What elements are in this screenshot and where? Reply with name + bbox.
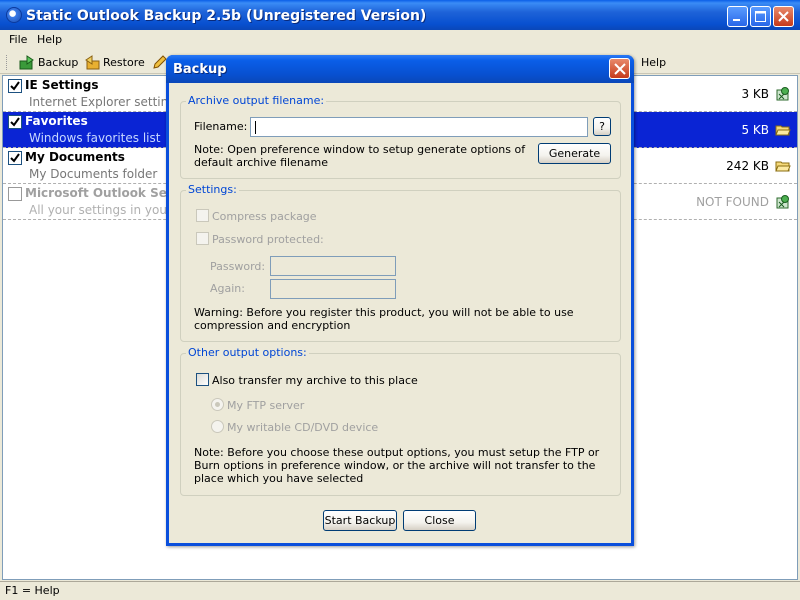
archive-note: Note: Open preference window to setup ge… [194,143,526,169]
folder-open-icon[interactable] [775,158,791,174]
minimize-icon [733,19,740,21]
restore-label: Restore [103,56,145,69]
settings-group-legend: Settings: [186,183,239,196]
restore-icon [85,55,100,70]
item-name: IE Settings [25,78,99,92]
status-text: F1 = Help [5,584,60,597]
status-bar: F1 = Help [0,581,800,600]
settings-icon[interactable] [775,194,791,210]
dialog-close-button[interactable] [609,58,630,79]
item-size: 242 KB [726,159,769,173]
filename-input[interactable] [250,117,588,137]
maximize-button[interactable] [750,6,771,27]
toolbar-grip[interactable] [6,55,9,70]
dialog-title-bar[interactable]: Backup [166,55,634,83]
window-title: Static Outlook Backup 2.5b (Unregistered… [26,8,427,24]
maximize-icon [755,11,766,22]
main-title-bar: Static Outlook Backup 2.5b (Unregistered… [0,0,800,30]
item-description: Windows favorites list [29,131,161,145]
browse-button[interactable]: ? [593,117,611,136]
text-caret [255,121,256,134]
item-checkbox[interactable] [8,115,22,129]
close-window-button[interactable] [773,6,794,27]
item-description: My Documents folder [29,167,158,181]
minimize-button[interactable] [727,6,748,27]
item-description: Internet Explorer settings [29,95,183,109]
password-label: Password: [210,260,266,273]
generate-button[interactable]: Generate [538,143,611,164]
backup-label: Backup [38,56,79,69]
registration-warning: Warning: Before you register this produc… [194,306,574,332]
cd-label: My writable CD/DVD device [227,421,379,434]
filename-label: Filename: [194,120,248,133]
menu-file[interactable]: File [9,33,27,46]
backup-dialog: Backup Archive output filename: Filename… [166,55,634,546]
item-checkbox[interactable] [8,187,22,201]
item-checkbox[interactable] [8,79,22,93]
item-name: My Documents [25,150,125,164]
item-name: Favorites [25,114,88,128]
checkmark-icon [10,117,20,127]
transfer-label: Also transfer my archive to this place [212,374,418,387]
close-dialog-button[interactable]: Close [403,510,476,531]
password-protected-checkbox[interactable] [196,232,209,245]
archive-output-group: Archive output filename: Filename: ? Not… [180,94,621,179]
transfer-checkbox[interactable] [196,373,209,386]
archive-group-legend: Archive output filename: [186,94,327,107]
folder-open-icon[interactable] [775,122,791,138]
other-output-group: Other output options: Also transfer my a… [180,346,621,496]
password-input[interactable] [270,256,396,276]
other-group-legend: Other output options: [186,346,309,359]
ftp-label: My FTP server [227,399,305,412]
close-icon [614,63,626,75]
close-icon [778,11,789,22]
dialog-body: Archive output filename: Filename: ? Not… [169,83,631,543]
app-icon [6,7,22,23]
password-protected-label: Password protected: [212,233,324,246]
compress-checkbox[interactable] [196,209,209,222]
item-description: All your settings in your O [29,203,186,217]
backup-icon [19,55,34,70]
output-options-note: Note: Before you choose these output opt… [194,446,600,485]
checkmark-icon [10,81,20,91]
menu-help[interactable]: Help [37,33,62,46]
ftp-radio[interactable] [211,398,224,411]
radio-dot [215,402,220,407]
item-name: Microsoft Outlook Sett [25,186,179,200]
help-label: Help [641,56,667,69]
again-label: Again: [210,282,245,295]
settings-group: Settings: Compress package Password prot… [180,183,621,342]
start-backup-button[interactable]: Start Backup [323,510,397,531]
cd-radio[interactable] [211,420,224,433]
item-checkbox[interactable] [8,151,22,165]
password-again-input[interactable] [270,279,396,299]
compress-label: Compress package [212,210,317,223]
item-size: NOT FOUND [696,195,769,209]
menu-bar: File Help [0,30,800,50]
dialog-title: Backup [173,62,227,77]
checkmark-icon [10,153,20,163]
item-size: 5 KB [741,123,769,137]
item-size: 3 KB [741,87,769,101]
settings-icon[interactable] [775,86,791,102]
